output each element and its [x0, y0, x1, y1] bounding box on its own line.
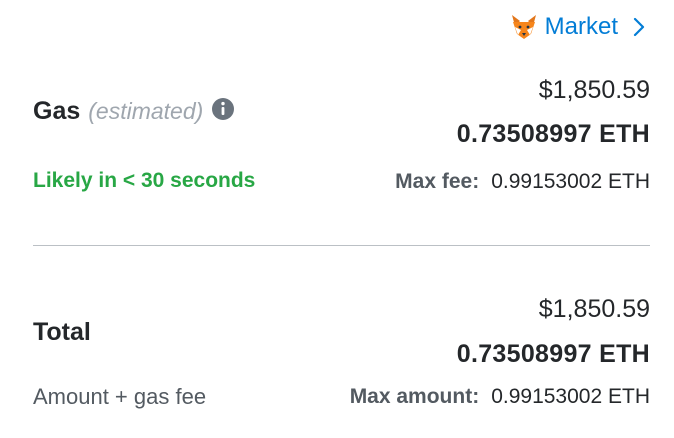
gas-eth-value: 0.73508997 ETH	[457, 120, 650, 149]
max-fee-value: 0.99153002 ETH	[491, 170, 650, 193]
section-divider	[33, 245, 650, 246]
gas-fiat-value: $1,850.59	[539, 76, 650, 105]
max-fee-label: Max fee:	[395, 170, 480, 193]
gas-fee-panel: Market Gas (estimated) $1,850.59 0.735089…	[0, 0, 674, 438]
total-max-amount-row: Max amount: 0.99153002 ETH	[350, 385, 650, 409]
total-title: Total	[33, 318, 91, 346]
gas-eth-text: 0.73508997 ETH	[456, 120, 650, 148]
gas-fiat-text: $1,850.59	[538, 76, 650, 104]
info-icon[interactable]	[211, 97, 235, 121]
gas-qualifier: (estimated)	[88, 98, 204, 124]
gas-max-fee-row: Max fee: 0.99153002 ETH	[395, 170, 650, 194]
market-link-label[interactable]: Market	[545, 13, 618, 41]
max-amount-label: Max amount:	[349, 385, 480, 408]
gas-title: Gas	[33, 97, 81, 125]
gas-timing-estimate: Likely in < 30 seconds	[33, 169, 256, 192]
total-eth-text: 0.73508997 ETH	[456, 340, 650, 368]
chevron-right-icon[interactable]	[632, 16, 646, 38]
total-eth-value: 0.73508997 ETH	[457, 340, 650, 369]
max-amount-value: 0.99153002 ETH	[491, 385, 650, 408]
fox-icon	[509, 12, 539, 42]
market-link[interactable]: Market	[509, 12, 646, 42]
